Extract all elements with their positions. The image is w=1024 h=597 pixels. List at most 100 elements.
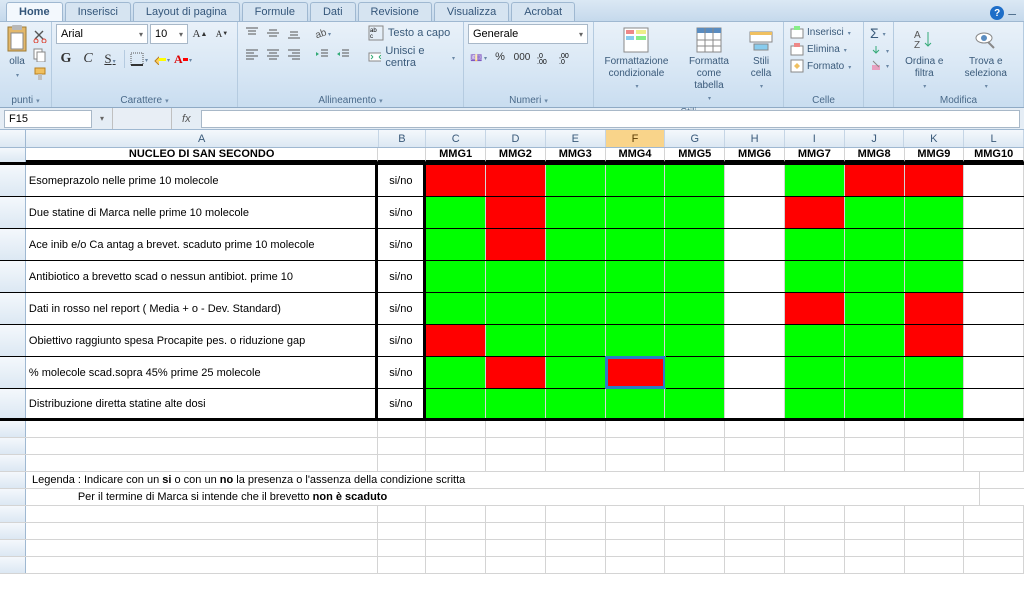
currency-button[interactable]: 💷 <box>468 47 488 67</box>
italic-button[interactable]: C <box>78 49 98 69</box>
header-mmg7[interactable]: MMG7 <box>785 148 845 162</box>
data-cell-C[interactable] <box>426 229 486 260</box>
empty-cell[interactable] <box>546 506 606 522</box>
underline-button[interactable]: S <box>100 49 120 69</box>
legend-line-2[interactable]: Per il termine di Marca si intende che i… <box>26 489 980 505</box>
data-cell-J[interactable] <box>845 293 905 324</box>
data-cell-C[interactable] <box>426 197 486 228</box>
align-center-icon[interactable] <box>263 45 283 63</box>
data-cell-H[interactable] <box>725 357 785 388</box>
data-cell-E[interactable] <box>546 165 606 196</box>
data-cell-I[interactable] <box>785 165 845 196</box>
empty-cell[interactable] <box>486 523 546 539</box>
data-cell-J[interactable] <box>845 165 905 196</box>
empty-cell[interactable] <box>546 438 606 454</box>
clear-button[interactable] <box>868 58 891 72</box>
tab-acrobat[interactable]: Acrobat <box>511 2 575 21</box>
row-header[interactable] <box>0 293 26 324</box>
empty-cell[interactable] <box>546 523 606 539</box>
empty-cell[interactable] <box>845 438 905 454</box>
data-cell-D[interactable] <box>486 389 546 418</box>
header-title-cell[interactable]: NUCLEO DI SAN SECONDO <box>26 148 379 162</box>
number-format-combo[interactable]: Generale▾ <box>468 24 588 44</box>
row-sino[interactable]: si/no <box>378 325 426 356</box>
empty-cell[interactable] <box>964 557 1024 573</box>
empty-cell[interactable] <box>606 421 666 437</box>
header-mmg10[interactable]: MMG10 <box>964 148 1024 162</box>
cut-icon[interactable] <box>32 28 48 44</box>
copy-icon[interactable] <box>32 47 48 63</box>
empty-cell[interactable] <box>665 455 725 471</box>
tab-revisione[interactable]: Revisione <box>358 2 432 21</box>
data-cell-H[interactable] <box>725 165 785 196</box>
header-mmg8[interactable]: MMG8 <box>845 148 905 162</box>
data-cell-G[interactable] <box>665 357 725 388</box>
row-header[interactable] <box>0 506 26 522</box>
delete-cells-button[interactable]: Elimina <box>788 41 849 57</box>
font-name-combo[interactable]: Arial▾ <box>56 24 148 44</box>
format-painter-icon[interactable] <box>32 66 48 82</box>
empty-cell[interactable] <box>426 421 486 437</box>
data-cell-I[interactable] <box>785 325 845 356</box>
data-cell-F[interactable] <box>606 293 666 324</box>
data-cell-J[interactable] <box>845 357 905 388</box>
format-cells-button[interactable]: Formato <box>788 58 853 74</box>
empty-cell[interactable] <box>546 540 606 556</box>
empty-cell[interactable] <box>486 421 546 437</box>
data-cell-D[interactable] <box>486 229 546 260</box>
empty-cell[interactable] <box>378 421 426 437</box>
col-header-D[interactable]: D <box>486 130 546 147</box>
merge-center-button[interactable]: Unisci e centra <box>364 44 459 70</box>
indent-increase-icon[interactable] <box>333 45 353 63</box>
row-sino[interactable]: si/no <box>378 261 426 292</box>
empty-cell[interactable] <box>378 455 426 471</box>
row-sino[interactable]: si/no <box>378 357 426 388</box>
data-cell-F[interactable] <box>606 197 666 228</box>
row-label[interactable]: Distribuzione diretta statine alte dosi <box>26 389 379 418</box>
empty-cell[interactable] <box>725 523 785 539</box>
empty-cell[interactable] <box>964 438 1024 454</box>
formula-input[interactable] <box>201 110 1020 128</box>
data-cell-K[interactable] <box>905 165 965 196</box>
data-cell-D[interactable] <box>486 325 546 356</box>
row-header[interactable] <box>0 472 26 488</box>
row-sino[interactable]: si/no <box>378 197 426 228</box>
cell-styles-button[interactable]: Stili cella <box>743 24 779 94</box>
empty-cell[interactable] <box>725 438 785 454</box>
name-box-dropdown-icon[interactable]: ▾ <box>96 114 108 123</box>
row-header[interactable] <box>0 489 26 505</box>
row-label[interactable]: Esomeprazolo nelle prime 10 molecole <box>26 165 379 196</box>
data-cell-G[interactable] <box>665 325 725 356</box>
empty-cell[interactable] <box>785 421 845 437</box>
data-cell-C[interactable] <box>426 165 486 196</box>
header-mmg4[interactable]: MMG4 <box>606 148 666 162</box>
data-cell-I[interactable] <box>785 261 845 292</box>
empty-cell[interactable] <box>845 557 905 573</box>
empty-cell[interactable] <box>905 540 965 556</box>
data-cell-C[interactable] <box>426 325 486 356</box>
data-cell-H[interactable] <box>725 293 785 324</box>
row-header[interactable] <box>0 421 26 437</box>
empty-cell[interactable] <box>845 540 905 556</box>
empty-cell[interactable] <box>26 421 379 437</box>
data-cell-H[interactable] <box>725 325 785 356</box>
empty-cell[interactable] <box>785 438 845 454</box>
empty-cell[interactable] <box>785 523 845 539</box>
empty-cell[interactable] <box>725 540 785 556</box>
empty-cell[interactable] <box>606 438 666 454</box>
row-sino[interactable]: si/no <box>378 165 426 196</box>
decrease-decimal-icon[interactable]: ,00,0 <box>556 47 576 67</box>
empty-cell[interactable] <box>725 421 785 437</box>
data-cell-K[interactable] <box>905 325 965 356</box>
tab-visualizza[interactable]: Visualizza <box>434 2 509 21</box>
empty-cell[interactable] <box>785 557 845 573</box>
data-cell-K[interactable] <box>905 261 965 292</box>
empty-cell[interactable] <box>546 455 606 471</box>
fx-icon[interactable]: fx <box>176 113 197 125</box>
minimize-ribbon-icon[interactable]: – <box>1008 5 1016 21</box>
data-cell-G[interactable] <box>665 293 725 324</box>
empty-cell[interactable] <box>964 421 1024 437</box>
data-cell-F[interactable] <box>606 357 666 388</box>
empty-cell[interactable] <box>486 455 546 471</box>
empty-cell[interactable] <box>964 506 1024 522</box>
